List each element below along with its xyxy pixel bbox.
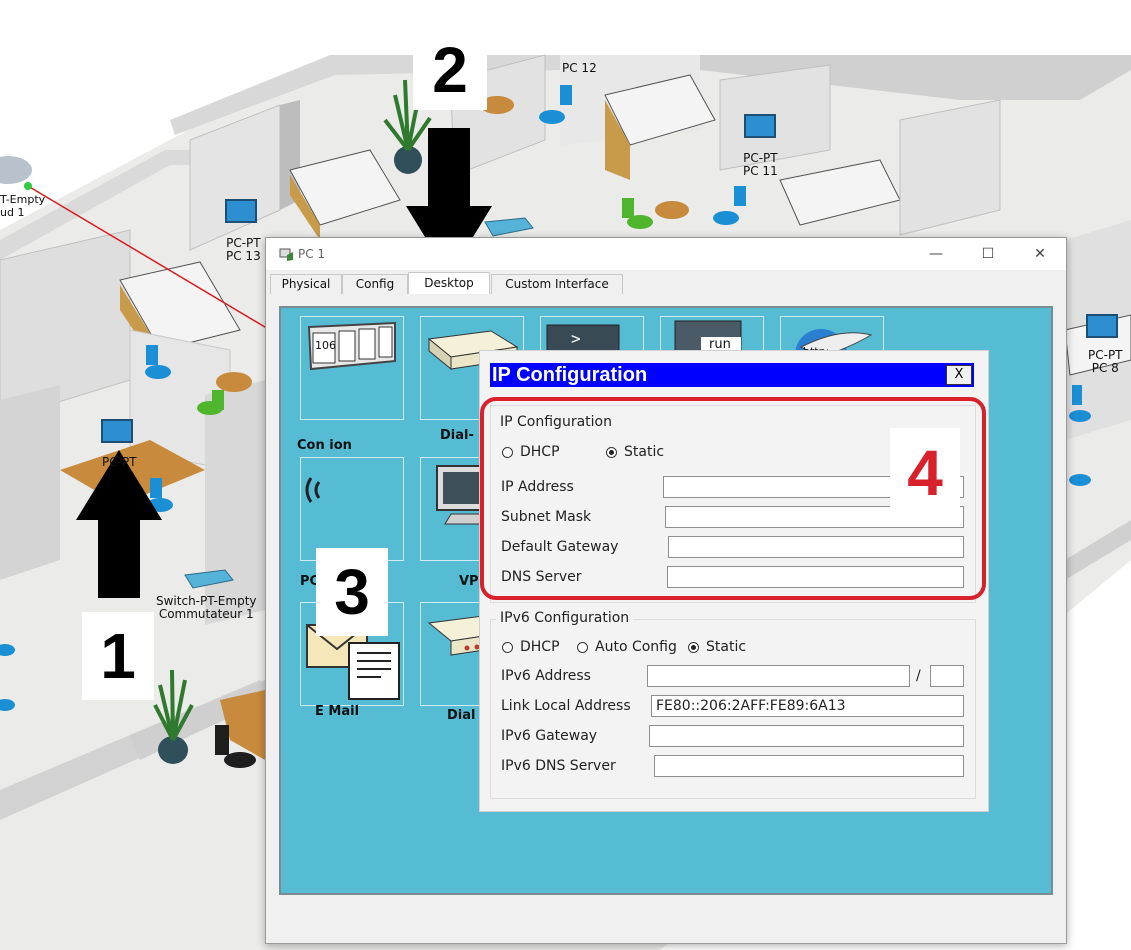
cloud-device (0, 156, 32, 184)
ipv6-address-input[interactable] (647, 665, 910, 687)
ipv6-static-radio[interactable] (688, 642, 699, 653)
ipv6-dns-server-label: IPv6 DNS Server (501, 758, 616, 774)
ip-dialog-close-button[interactable]: X (946, 365, 972, 385)
close-button[interactable]: ✕ (1020, 242, 1060, 266)
ip-configuration-app[interactable]: 106 (300, 316, 404, 420)
step-number-4: 4 (890, 428, 960, 518)
packet-tracer-icon (279, 248, 293, 261)
ip-dialog-titlebar: IP Configuration X (490, 363, 974, 387)
maximize-button[interactable]: ☐ (968, 242, 1008, 266)
ipv6-auto-config-radio[interactable] (577, 642, 588, 653)
switch-label: Switch-PT-Empty Commutateur 1 (156, 594, 257, 621)
link-local-address-label: Link Local Address (501, 698, 631, 714)
round-table (655, 201, 689, 219)
pc-wireless-app[interactable] (300, 457, 404, 561)
dialer-app-label: Dial (447, 708, 476, 723)
pc-left-label: PC-PT (102, 455, 137, 469)
partition (0, 385, 60, 580)
minimize-button[interactable]: — (916, 242, 956, 266)
round-table (216, 372, 252, 392)
link-status-dot (24, 182, 32, 190)
pc11-label: PC-PT PC 11 (743, 151, 778, 178)
ipv6-dns-server-input[interactable] (654, 755, 964, 777)
ip-dialog-title: IP Configuration (492, 364, 648, 386)
window-title: PC 1 (298, 247, 326, 261)
step-number-2: 2 (413, 30, 487, 110)
partition (205, 380, 265, 625)
wireless-icon (305, 477, 321, 503)
tab-custom-interface[interactable]: Custom Interface (491, 274, 623, 294)
email-app-label: E Mail (315, 704, 360, 719)
pc12-label: PC 12 (562, 61, 597, 75)
ipv6-static-label: Static (706, 639, 747, 655)
step-number-1: 1 (82, 612, 154, 700)
pc8-label: PC-PT PC 8 (1088, 348, 1123, 375)
ipv6-auto-config-label: Auto Config (595, 639, 677, 655)
ipv6-dhcp-radio[interactable] (502, 642, 513, 653)
ip-configuration-app-label: Con ion (297, 438, 352, 453)
step-number-3: 3 (316, 548, 388, 636)
window-bottom-strip (266, 895, 1066, 943)
ipv6-dhcp-label: DHCP (520, 639, 560, 655)
pc13-label: PC-PT PC 13 (226, 236, 261, 263)
plant-pot (394, 146, 422, 174)
tab-config[interactable]: Config (342, 274, 408, 294)
ipv6-address-label: IPv6 Address (501, 668, 591, 684)
ipv6-gateway-input[interactable] (649, 725, 964, 747)
window-titlebar[interactable]: PC 1 — ☐ ✕ (266, 238, 1066, 270)
ipv6-group-title: IPv6 Configuration (496, 610, 634, 626)
ip-configuration-icon (307, 321, 396, 371)
link-local-address-input[interactable]: FE80::206:2AFF:FE89:6A13 (651, 695, 964, 717)
tab-desktop[interactable]: Desktop (408, 272, 490, 294)
vpn-app-label: VP (459, 574, 479, 589)
dialup-app-label: Dial- (440, 428, 474, 443)
prefix-separator: / (916, 668, 921, 684)
ip-config-badge: 106 (315, 339, 336, 352)
tab-physical[interactable]: Physical (270, 274, 342, 294)
ipv6-prefix-length-input[interactable] (930, 665, 964, 687)
prompt-symbol: > (571, 329, 581, 348)
plant-pot (158, 736, 188, 764)
cloud-label: T-Empty ud 1 (0, 193, 46, 219)
ipv6-gateway-label: IPv6 Gateway (501, 728, 598, 744)
